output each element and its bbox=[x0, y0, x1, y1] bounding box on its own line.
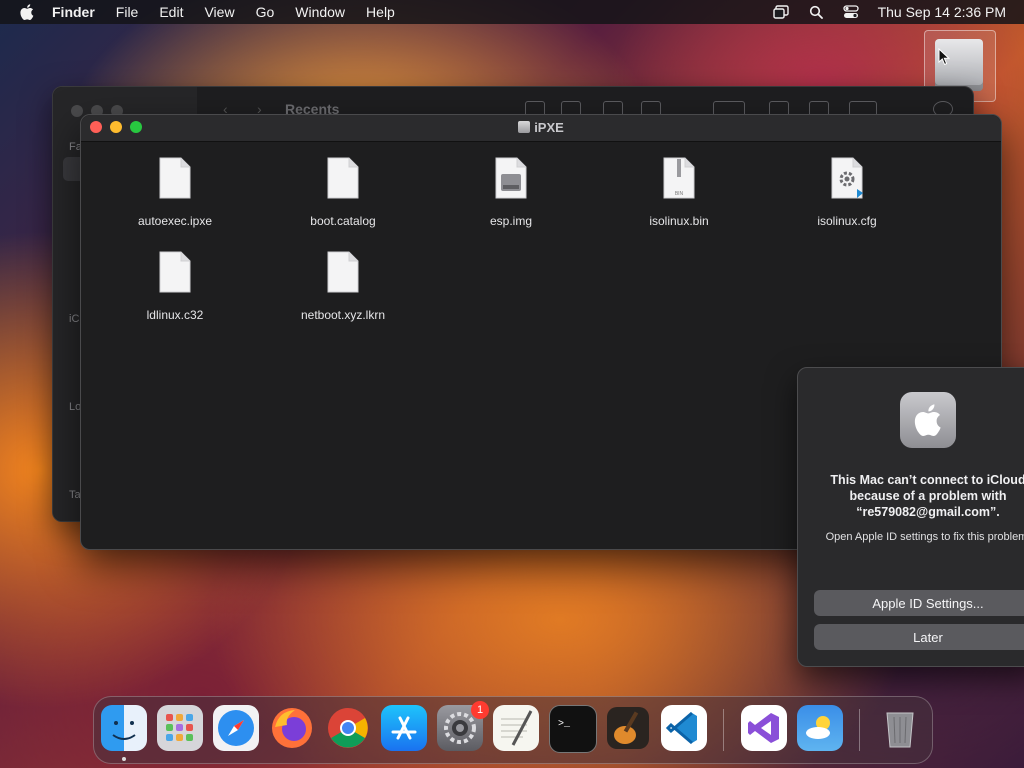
apple-id-settings-button[interactable]: Apple ID Settings... bbox=[814, 590, 1024, 616]
spotlight-search-icon[interactable] bbox=[807, 4, 825, 20]
menu-edit[interactable]: Edit bbox=[159, 4, 183, 20]
window-title-text: iPXE bbox=[534, 120, 564, 135]
later-button[interactable]: Later bbox=[814, 624, 1024, 650]
file-item[interactable]: netboot.xyz.lkrn bbox=[268, 251, 418, 322]
notification-badge: 1 bbox=[471, 701, 489, 719]
terminal-icon[interactable]: >_ bbox=[549, 705, 597, 753]
file-item[interactable]: ldlinux.c32 bbox=[100, 251, 250, 322]
document-icon bbox=[327, 251, 359, 293]
menu-view[interactable]: View bbox=[204, 4, 234, 20]
alert-title: This Mac can’t connect to iCloud because… bbox=[830, 473, 1024, 519]
file-item[interactable]: BIN isolinux.bin bbox=[604, 157, 754, 228]
config-file-icon bbox=[831, 157, 863, 199]
menu-bar: Finder File Edit View Go Window Help Thu… bbox=[0, 0, 1024, 24]
weather-icon[interactable] bbox=[797, 705, 843, 751]
svg-text:>_: >_ bbox=[558, 719, 571, 730]
window-titlebar[interactable]: iPXE bbox=[81, 115, 1001, 142]
textedit-icon[interactable] bbox=[493, 705, 539, 751]
visual-studio-icon[interactable] bbox=[741, 705, 787, 751]
file-name: isolinux.cfg bbox=[817, 214, 877, 228]
garageband-icon[interactable] bbox=[605, 705, 651, 751]
sidebar-section-tags: Ta bbox=[69, 489, 81, 501]
firefox-icon[interactable] bbox=[269, 705, 315, 751]
alert-message: Open Apple ID settings to fix this probl… bbox=[825, 531, 1024, 543]
menu-window[interactable]: Window bbox=[295, 4, 345, 20]
document-icon bbox=[327, 157, 359, 199]
window-close-button[interactable] bbox=[71, 105, 83, 117]
file-name: isolinux.bin bbox=[649, 214, 709, 228]
menu-app-name[interactable]: Finder bbox=[52, 4, 95, 20]
apple-menu-icon[interactable] bbox=[18, 4, 36, 20]
vscode-icon[interactable] bbox=[661, 705, 707, 751]
svg-text:BIN: BIN bbox=[675, 191, 684, 197]
dock: 1 >_ bbox=[93, 696, 933, 764]
file-item[interactable]: esp.img bbox=[436, 157, 586, 228]
document-icon bbox=[159, 157, 191, 199]
file-name: netboot.xyz.lkrn bbox=[300, 308, 386, 322]
icloud-alert-dialog[interactable]: This Mac can’t connect to iCloud because… bbox=[797, 367, 1024, 667]
sidebar-section-icloud: iC bbox=[69, 313, 80, 325]
file-name: autoexec.ipxe bbox=[137, 214, 213, 228]
file-name: esp.img bbox=[489, 214, 533, 228]
apple-logo-icon bbox=[900, 392, 956, 448]
finder-icon[interactable] bbox=[101, 705, 147, 751]
binary-file-icon: BIN bbox=[663, 157, 695, 199]
system-settings-icon[interactable]: 1 bbox=[437, 701, 489, 751]
control-center-icon[interactable] bbox=[842, 4, 860, 20]
chrome-icon[interactable] bbox=[325, 705, 371, 751]
disk-image-icon bbox=[495, 157, 527, 199]
safari-icon[interactable] bbox=[213, 705, 259, 751]
file-name: boot.catalog bbox=[310, 214, 376, 228]
menu-bar-clock[interactable]: Thu Sep 14 2:36 PM bbox=[878, 4, 1006, 20]
app-store-icon[interactable] bbox=[381, 705, 427, 751]
running-indicator bbox=[122, 757, 126, 761]
menu-bar-status: Thu Sep 14 2:36 PM bbox=[755, 0, 1006, 24]
menu-help[interactable]: Help bbox=[366, 4, 395, 20]
file-item[interactable]: isolinux.cfg bbox=[772, 157, 922, 228]
window-title: iPXE bbox=[81, 120, 1001, 135]
screen-mirroring-icon[interactable] bbox=[772, 4, 790, 20]
mouse-cursor-icon bbox=[938, 48, 950, 66]
dock-separator bbox=[723, 709, 724, 751]
disk-icon bbox=[518, 121, 531, 133]
trash-icon[interactable] bbox=[877, 705, 923, 751]
menu-go[interactable]: Go bbox=[256, 4, 275, 20]
menu-file[interactable]: File bbox=[116, 4, 139, 20]
file-item[interactable]: autoexec.ipxe bbox=[100, 157, 250, 228]
file-item[interactable]: boot.catalog bbox=[268, 157, 418, 228]
launchpad-icon[interactable] bbox=[157, 705, 203, 751]
file-name: ldlinux.c32 bbox=[146, 308, 204, 322]
document-icon bbox=[159, 251, 191, 293]
dock-separator bbox=[859, 709, 860, 751]
